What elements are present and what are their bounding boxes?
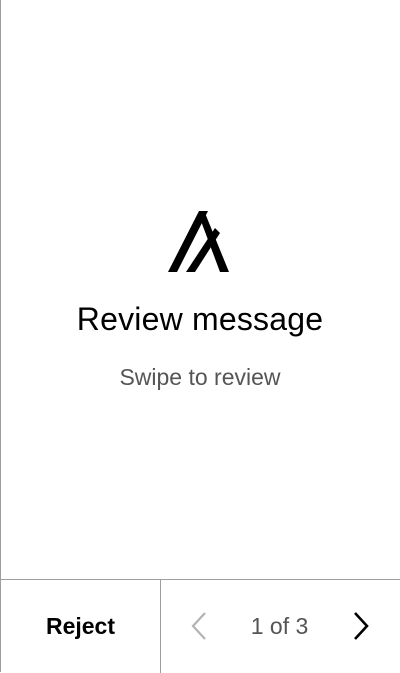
page-navigation: 1 of 3 [161,580,400,673]
page-indicator: 1 of 3 [250,613,309,639]
reject-button[interactable]: Reject [1,580,160,673]
page-title: Review message [76,301,324,337]
chevron-right-icon[interactable] [343,609,377,643]
footer-bar: Reject 1 of 3 [0,579,400,673]
algorand-logo-icon [168,211,232,273]
page-subtitle: Swipe to review [119,364,281,390]
chevron-left-icon[interactable] [183,609,217,643]
review-content[interactable]: Review message Swipe to review [0,0,400,580]
